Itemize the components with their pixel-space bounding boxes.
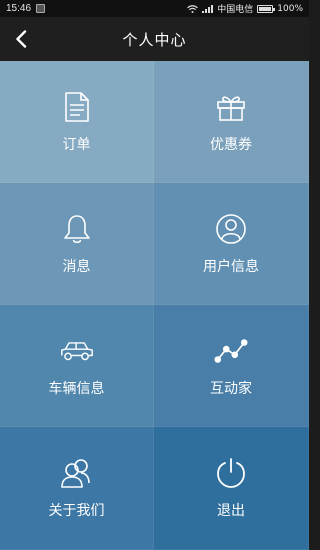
chevron-left-icon <box>16 30 27 48</box>
tile-logout[interactable]: 退出 <box>154 427 309 550</box>
group-icon <box>60 456 94 490</box>
status-time: 15:46 <box>6 3 32 14</box>
user-icon <box>214 212 248 246</box>
back-button[interactable] <box>8 26 34 52</box>
car-icon <box>60 334 94 368</box>
tile-orders[interactable]: 订单 <box>0 61 154 183</box>
battery-level: 100% <box>277 3 303 14</box>
trend-icon <box>214 334 248 368</box>
tile-label: 车辆信息 <box>48 380 105 397</box>
document-icon <box>60 90 94 124</box>
tile-messages[interactable]: 消息 <box>0 183 154 305</box>
tile-label: 消息 <box>62 258 91 275</box>
carrier-name: 中国电信 <box>217 5 254 15</box>
gift-icon <box>214 90 248 124</box>
status-bar: 15:46 中国电信 100% <box>0 0 309 17</box>
menu-grid: 订单 优惠券 消息 用户信息 车辆信息 互动家 关于我们 退出 <box>0 61 309 550</box>
tile-user-info[interactable]: 用户信息 <box>154 183 309 305</box>
tile-label: 退出 <box>217 503 245 519</box>
wifi-icon <box>187 4 199 13</box>
tile-vehicle-info[interactable]: 车辆信息 <box>0 305 154 427</box>
tile-label: 互动家 <box>210 380 252 397</box>
battery-icon <box>257 4 276 13</box>
bell-icon <box>60 212 94 246</box>
tile-interaction[interactable]: 互动家 <box>154 305 309 427</box>
tile-coupons[interactable]: 优惠券 <box>154 61 309 183</box>
nav-bar: 个人中心 <box>0 17 309 61</box>
tile-label: 优惠券 <box>210 136 252 153</box>
status-right: 中国电信 100% <box>187 2 303 15</box>
tile-label: 关于我们 <box>48 503 105 519</box>
page-title: 个人中心 <box>122 30 187 49</box>
power-icon <box>214 456 248 490</box>
tile-label: 订单 <box>62 136 91 153</box>
tile-label: 用户信息 <box>203 258 259 275</box>
tile-about-us[interactable]: 关于我们 <box>0 427 154 550</box>
signal-icon <box>202 4 214 13</box>
notification-icon <box>36 4 46 13</box>
